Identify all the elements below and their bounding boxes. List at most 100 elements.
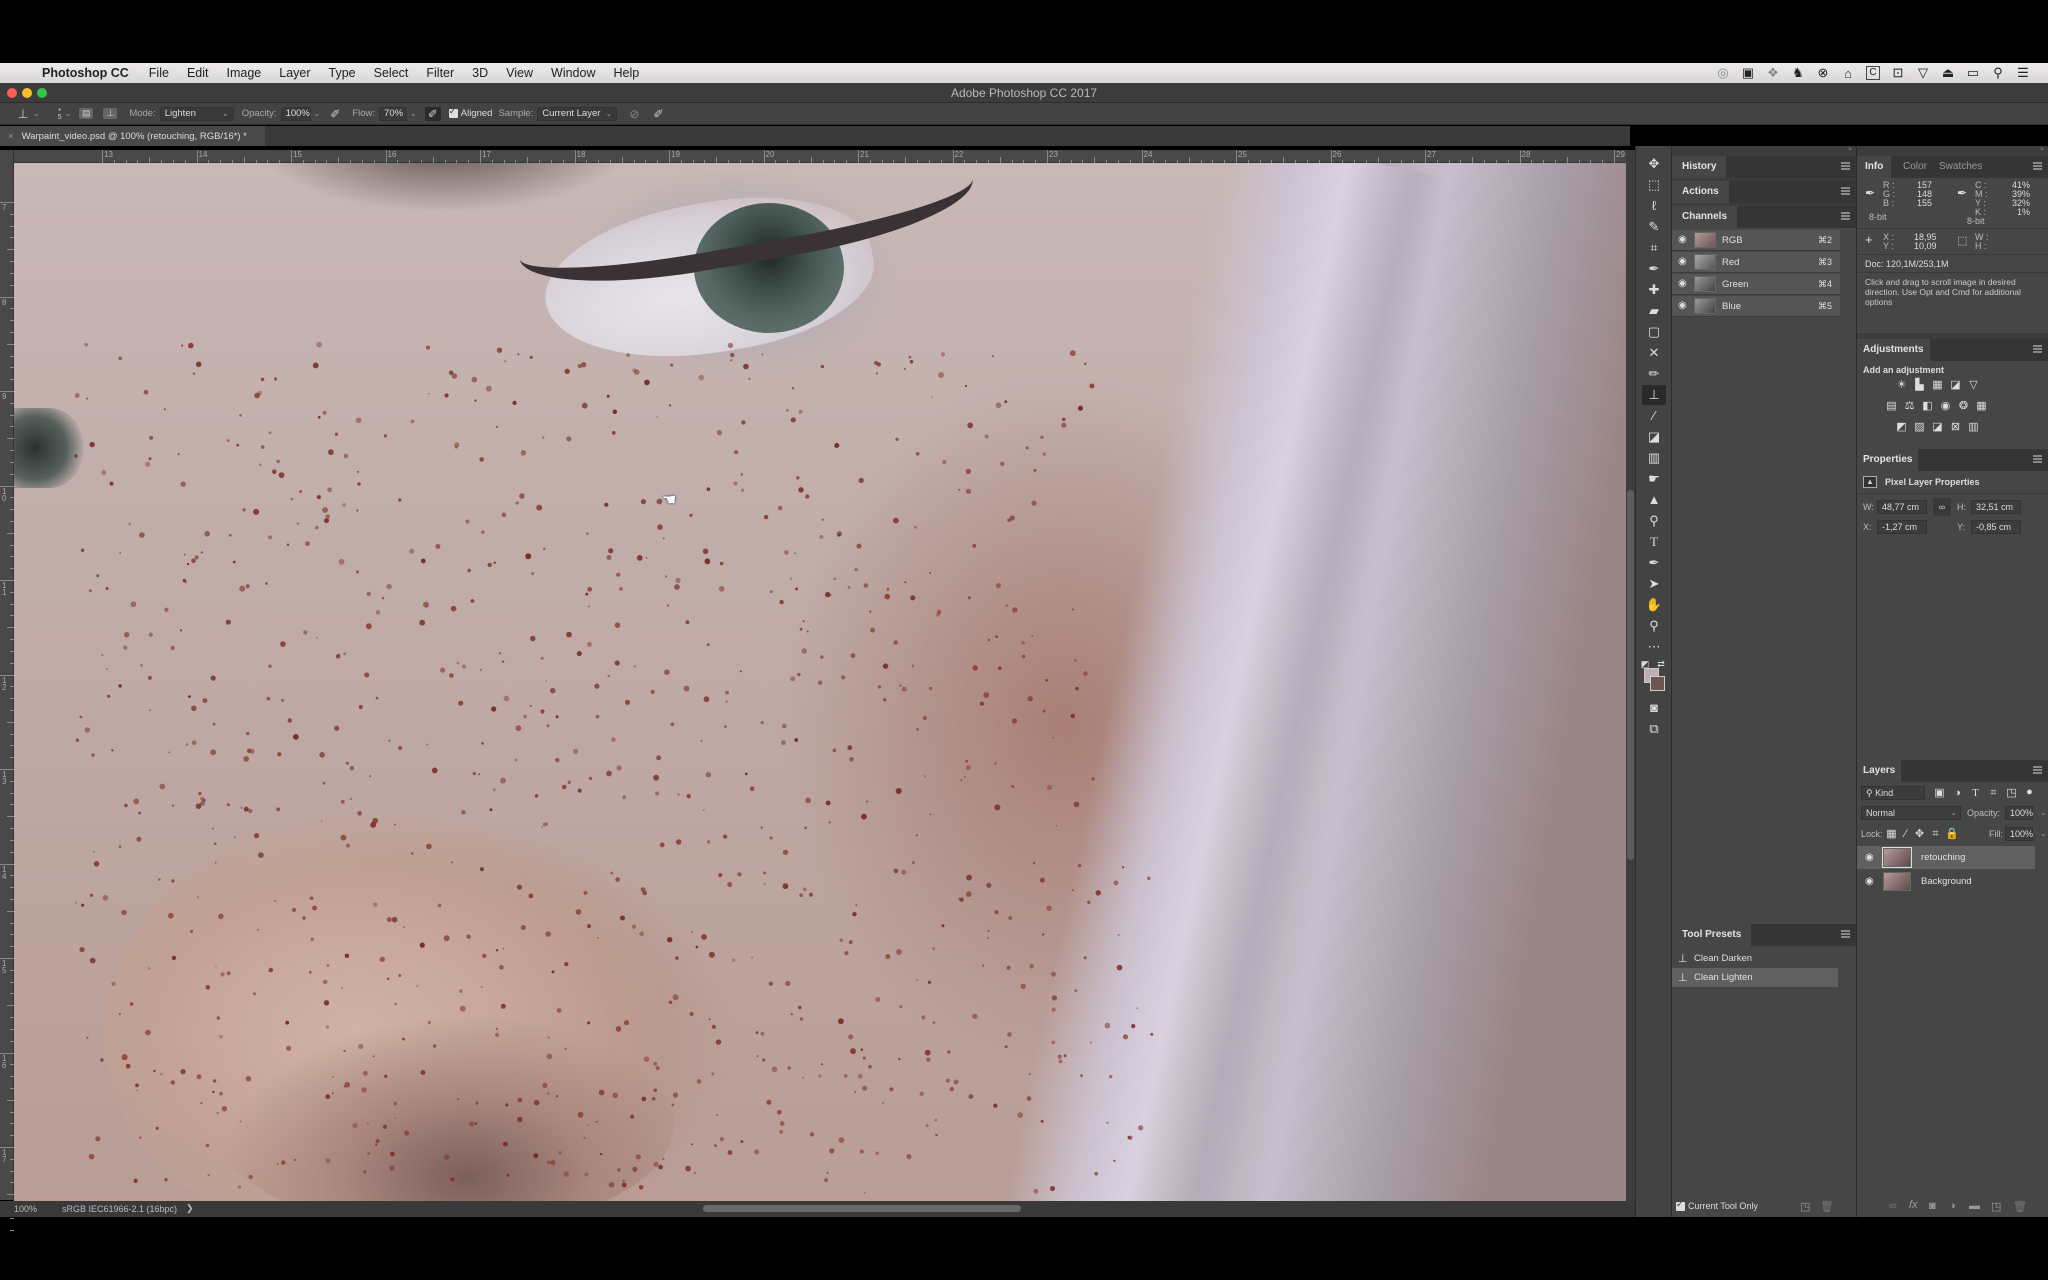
menu-file[interactable]: File bbox=[149, 66, 169, 80]
delete-layer-icon[interactable]: 🗑 bbox=[2013, 1200, 2027, 1213]
type-tool-icon[interactable]: T bbox=[1642, 532, 1666, 552]
lasso-tool-icon[interactable]: ℓ bbox=[1642, 196, 1666, 216]
layer-style-fx-icon[interactable]: fx bbox=[1909, 1199, 1918, 1211]
tab-channels[interactable]: Channels bbox=[1672, 206, 1738, 228]
threshold-icon[interactable]: ◪ bbox=[1931, 421, 1944, 433]
smudge-tool-icon[interactable]: ☛ bbox=[1642, 469, 1666, 489]
lock-position-icon[interactable]: ✥ bbox=[1913, 828, 1926, 840]
new-tool-preset-icon[interactable]: ◳ bbox=[1800, 1200, 1810, 1213]
airbrush-toggle-icon[interactable]: ✐ bbox=[424, 106, 441, 121]
levels-icon[interactable]: ▙ bbox=[1913, 379, 1926, 391]
layer-fill-dropdown-icon[interactable]: ⌄ bbox=[2040, 829, 2047, 838]
new-group-icon[interactable]: ▬ bbox=[1969, 1200, 1980, 1212]
channel-row[interactable]: ◉ Green ⌘4 bbox=[1672, 274, 1840, 295]
airplay-icon[interactable]: ⏏ bbox=[1941, 65, 1955, 81]
visibility-eye-icon[interactable]: ◉ bbox=[1678, 300, 1687, 311]
content-aware-move-tool-icon[interactable]: ✕ bbox=[1642, 343, 1666, 363]
link-layers-icon[interactable]: ∞ bbox=[1889, 1200, 1897, 1212]
panel-menu-icon[interactable] bbox=[2033, 766, 2042, 774]
filter-smart-object-icon[interactable]: ◳ bbox=[2005, 787, 2018, 799]
delete-tool-preset-icon[interactable]: 🗑 bbox=[1820, 1200, 1834, 1213]
new-adjustment-layer-icon[interactable]: ◑ bbox=[1949, 1200, 1956, 1212]
menu-view[interactable]: View bbox=[506, 66, 533, 80]
menu-image[interactable]: Image bbox=[227, 66, 262, 80]
channel-row[interactable]: ◉ Red ⌘3 bbox=[1672, 252, 1840, 273]
lock-artboard-icon[interactable]: ⌗ bbox=[1929, 828, 1942, 840]
menu-filter[interactable]: Filter bbox=[426, 66, 454, 80]
camera-icon[interactable]: ⊡ bbox=[1891, 65, 1905, 81]
layer-filter-kind-select[interactable]: ⚲ Kind bbox=[1861, 786, 1925, 800]
evernote-icon[interactable]: ♞ bbox=[1791, 65, 1805, 81]
menu-edit[interactable]: Edit bbox=[187, 66, 209, 80]
tool-preset-item-selected[interactable]: ⊥ Clean Lighten bbox=[1672, 968, 1838, 987]
panel-menu-icon[interactable] bbox=[1841, 930, 1850, 938]
patch-tool-icon[interactable]: ▰ bbox=[1642, 301, 1666, 321]
photo-filter-icon[interactable]: ◉ bbox=[1939, 400, 1952, 412]
eraser-tool-icon[interactable]: ◪ bbox=[1642, 427, 1666, 447]
close-document-icon[interactable]: × bbox=[8, 131, 14, 142]
sample-select[interactable]: Current Layer ⌄ bbox=[537, 106, 618, 121]
new-layer-icon[interactable]: ◳ bbox=[1991, 1200, 2001, 1213]
tab-history[interactable]: History bbox=[1672, 156, 1727, 178]
tab-layers[interactable]: Layers bbox=[1857, 760, 1902, 782]
crop-tool-icon[interactable]: ⌗ bbox=[1642, 238, 1666, 258]
prop-height-field[interactable]: 32,51 cm bbox=[1971, 500, 2021, 514]
filter-toggle-icon[interactable]: ● bbox=[2023, 786, 2036, 798]
visibility-eye-icon[interactable]: ◉ bbox=[1678, 256, 1687, 267]
vertical-scrollbar-thumb[interactable] bbox=[1627, 490, 1634, 860]
visibility-eye-icon[interactable]: ◉ bbox=[1865, 852, 1874, 863]
visibility-eye-icon[interactable]: ◉ bbox=[1678, 234, 1687, 245]
add-layer-mask-icon[interactable]: ◙ bbox=[1929, 1200, 1936, 1212]
wifi-icon[interactable]: ▽ bbox=[1916, 65, 1930, 81]
notification-list-icon[interactable]: ☰ bbox=[2016, 65, 2030, 81]
pressure-size-icon[interactable]: ✐ bbox=[653, 107, 663, 121]
home-icon[interactable]: ⌂ bbox=[1841, 66, 1855, 81]
curves-icon[interactable]: ▦ bbox=[1931, 379, 1944, 391]
hand-tool-icon[interactable]: ✋ bbox=[1642, 595, 1666, 615]
chevron-down-icon[interactable]: ⌄ bbox=[65, 109, 72, 118]
toggle-clone-source-panel-icon[interactable]: ⊥ bbox=[103, 108, 118, 119]
layer-opacity-field[interactable]: 100% bbox=[2005, 806, 2033, 820]
tab-actions[interactable]: Actions bbox=[1672, 181, 1729, 203]
pressure-opacity-icon[interactable]: ✐ bbox=[330, 107, 340, 121]
flow-field[interactable]: 70% bbox=[379, 106, 408, 121]
gradient-tool-icon[interactable]: ▥ bbox=[1642, 448, 1666, 468]
screen-mode-icon[interactable]: ⧉ bbox=[1642, 719, 1666, 739]
prop-y-field[interactable]: -0,85 cm bbox=[1971, 520, 2021, 534]
tab-color[interactable]: Color bbox=[1895, 156, 1935, 178]
channel-mixer-icon[interactable]: ❂ bbox=[1957, 400, 1970, 412]
quick-mask-icon[interactable]: ◙ bbox=[1642, 698, 1666, 718]
panel-menu-icon[interactable] bbox=[1841, 187, 1850, 195]
filter-pixel-icon[interactable]: ▣ bbox=[1933, 787, 1946, 799]
spotlight-search-icon[interactable]: ⚲ bbox=[1991, 65, 2005, 81]
tool-preset-item[interactable]: ⊥ Clean Darken bbox=[1672, 949, 1838, 968]
healing-brush-tool-icon[interactable]: ✚ bbox=[1642, 280, 1666, 300]
pencil-tool-icon[interactable]: ✏ bbox=[1642, 364, 1666, 384]
close-circle-icon[interactable]: ⊗ bbox=[1816, 65, 1830, 81]
filter-shape-icon[interactable]: ⌗ bbox=[1987, 787, 2000, 799]
zoom-tool-icon[interactable]: ⚲ bbox=[1642, 616, 1666, 636]
opacity-dropdown-icon[interactable]: ⌄ bbox=[314, 109, 321, 118]
display-icon[interactable]: ▣ bbox=[1741, 65, 1755, 81]
menu-app-name[interactable]: Photoshop CC bbox=[42, 66, 129, 80]
collapse-dock-icon[interactable]: » bbox=[1848, 146, 1852, 154]
channel-row[interactable]: ◉ Blue ⌘5 bbox=[1672, 296, 1840, 317]
horizontal-scrollbar[interactable] bbox=[600, 1204, 1630, 1214]
hue-saturation-icon[interactable]: ▤ bbox=[1885, 400, 1898, 412]
vertical-ruler[interactable]: 7 8 9 10 11 12 13 14 15 16 17 bbox=[0, 150, 14, 1231]
menu-window[interactable]: Window bbox=[551, 66, 595, 80]
channel-row[interactable]: ◉ RGB ⌘2 bbox=[1672, 230, 1840, 251]
filter-type-icon[interactable]: T bbox=[1969, 787, 1982, 799]
frame-tool-icon[interactable]: ▢ bbox=[1642, 322, 1666, 342]
eyedropper-tool-icon[interactable]: ✒ bbox=[1642, 259, 1666, 279]
toggle-brush-panel-icon[interactable]: ▤ bbox=[79, 108, 94, 119]
menu-select[interactable]: Select bbox=[374, 66, 409, 80]
path-selection-tool-icon[interactable]: ➤ bbox=[1642, 574, 1666, 594]
collapse-dock-icon[interactable]: » bbox=[2040, 146, 2044, 154]
marquee-tool-icon[interactable]: ⬚ bbox=[1642, 175, 1666, 195]
tab-tool-presets[interactable]: Tool Presets bbox=[1672, 924, 1752, 946]
invert-icon[interactable]: ◩ bbox=[1895, 421, 1908, 433]
black-white-icon[interactable]: ◧ bbox=[1921, 400, 1934, 412]
document-tab[interactable]: × Warpaint_video.psd @ 100% (retouching,… bbox=[0, 126, 265, 146]
layer-row-selected[interactable]: ◉ retouching bbox=[1857, 846, 2035, 869]
